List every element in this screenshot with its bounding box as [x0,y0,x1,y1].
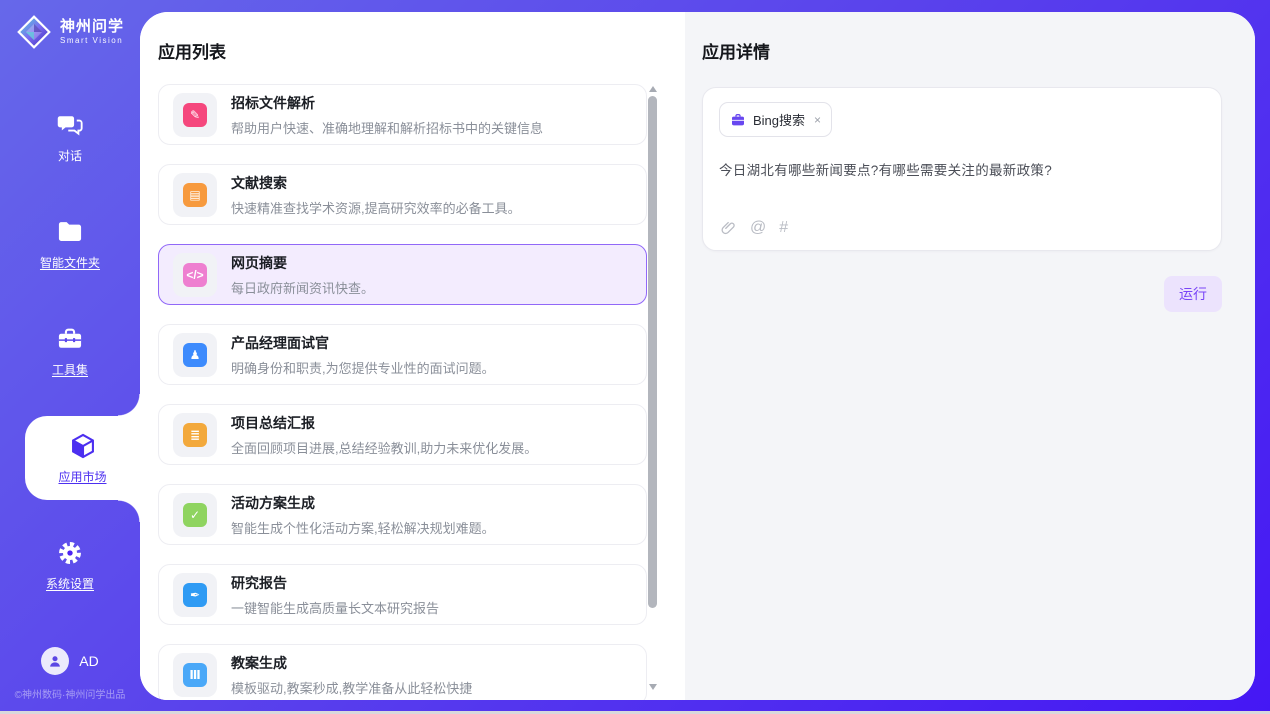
app-glyph-icon: ▤ [183,183,207,207]
app-glyph-icon: ≣ [183,423,207,447]
sidebar-item-label: 对话 [58,147,82,164]
app-icon: </> [173,253,217,297]
app-description: 明确身份和职责,为您提供专业性的面试问题。 [231,358,495,377]
app-description: 智能生成个性化活动方案,轻松解决规划难题。 [231,518,495,537]
sidebar-item-label: 应用市场 [58,468,106,485]
app-card-text: 研究报告一键智能生成高质量长文本研究报告 [231,573,439,617]
sidebar-item-toolbox[interactable]: 工具集 [0,309,140,393]
app-list-title: 应用列表 [140,12,685,63]
app-description: 一键智能生成高质量长文本研究报告 [231,598,439,617]
app-list-pane: 应用列表 ✎ 招标文件解析帮助用户快速、准确地理解和解析招标书中的关键信息 ▤ 文献搜… [140,12,685,700]
sidebar-item-label: 智能文件夹 [40,254,100,271]
app-name: 招标文件解析 [231,93,543,113]
sidebar-nav: 对话智能文件夹工具集应用市场系统设置 [0,95,140,630]
query-input-card[interactable]: Bing搜索 × 今日湖北有哪些新闻要点?有哪些需要关注的最新政策? @ # [702,87,1222,251]
app-icon: Ⅲ [173,653,217,697]
app-card[interactable]: </> 网页摘要每日政府新闻资讯快查。 [158,244,647,305]
toolbox-icon [55,324,85,354]
app-icon: ✓ [173,493,217,537]
briefcase-icon [730,112,746,128]
copyright-footer: ©神州数码·神州问学出品 [0,686,140,701]
app-card[interactable]: ✓ 活动方案生成智能生成个性化活动方案,轻松解决规划难题。 [158,484,647,545]
app-glyph-icon: Ⅲ [183,663,207,687]
app-description: 全面回顾项目进展,总结经验教训,助力未来优化发展。 [231,438,537,457]
app-list: ✎ 招标文件解析帮助用户快速、准确地理解和解析招标书中的关键信息 ▤ 文献搜索快速精准… [158,84,647,700]
app-card[interactable]: ≣ 项目总结汇报全面回顾项目进展,总结经验教训,助力未来优化发展。 [158,404,647,465]
scroll-down-arrow-icon[interactable] [649,684,657,690]
app-card[interactable]: ✒ 研究报告一键智能生成高质量长文本研究报告 [158,564,647,625]
app-name: 研究报告 [231,573,439,593]
app-name: 项目总结汇报 [231,413,537,433]
scroll-up-arrow-icon[interactable] [649,86,657,92]
scrollbar[interactable] [648,84,658,692]
tool-chip-label: Bing搜索 [753,110,805,129]
sidebar: 神州问学 Smart Vision 对话智能文件夹工具集应用市场系统设置 AD … [0,0,140,711]
user-name: AD [79,653,98,669]
sidebar-item-chat[interactable]: 对话 [0,95,140,179]
content-panel: 应用列表 ✎ 招标文件解析帮助用户快速、准确地理解和解析招标书中的关键信息 ▤ 文献搜… [140,12,1255,700]
sidebar-item-cube[interactable]: 应用市场 [25,416,140,500]
app-card-text: 活动方案生成智能生成个性化活动方案,轻松解决规划难题。 [231,493,495,537]
app-card-text: 招标文件解析帮助用户快速、准确地理解和解析招标书中的关键信息 [231,93,543,137]
sidebar-item-folder[interactable]: 智能文件夹 [0,202,140,286]
app-glyph-icon: ♟ [183,343,207,367]
app-card-text: 教案生成模板驱动,教案秒成,教学准备从此轻松快捷 [231,653,472,697]
gear-icon [55,538,85,568]
app-description: 模板驱动,教案秒成,教学准备从此轻松快捷 [231,678,472,697]
sidebar-item-label: 工具集 [52,361,88,378]
app-card[interactable]: ♟ 产品经理面试官明确身份和职责,为您提供专业性的面试问题。 [158,324,647,385]
cube-icon [68,431,98,461]
app-name: 文献搜索 [231,173,521,193]
user-row[interactable]: AD [0,647,140,675]
app-card-text: 网页摘要每日政府新闻资讯快查。 [231,253,374,297]
app-card-text: 文献搜索快速精准查找学术资源,提高研究效率的必备工具。 [231,173,521,217]
app-detail-pane: 应用详情 Bing搜索 × 今日湖北有哪些新闻要点?有哪些需要关注的最新政策? … [685,12,1255,700]
app-glyph-icon: ✓ [183,503,207,527]
app-card-text: 产品经理面试官明确身份和职责,为您提供专业性的面试问题。 [231,333,495,377]
person-icon [46,652,64,670]
folder-icon [55,217,85,247]
app-card-text: 项目总结汇报全面回顾项目进展,总结经验教训,助力未来优化发展。 [231,413,537,457]
paperclip-icon[interactable] [719,219,737,237]
tool-chip-bing-search[interactable]: Bing搜索 × [719,102,832,137]
app-name: 产品经理面试官 [231,333,495,353]
avatar [41,647,69,675]
app-icon: ▤ [173,173,217,217]
app-name: 活动方案生成 [231,493,495,513]
app-name: 网页摘要 [231,253,374,273]
app-card[interactable]: ✎ 招标文件解析帮助用户快速、准确地理解和解析招标书中的关键信息 [158,84,647,145]
logo-title: 神州问学 [60,19,124,36]
sidebar-item-label: 系统设置 [46,575,94,592]
chip-close-icon[interactable]: × [814,113,821,127]
app-card[interactable]: ▤ 文献搜索快速精准查找学术资源,提高研究效率的必备工具。 [158,164,647,225]
app-logo: 神州问学 Smart Vision [0,0,140,50]
logo-gem-icon [16,14,52,50]
scrollbar-thumb[interactable] [648,96,657,608]
app-icon: ✒ [173,573,217,617]
run-button[interactable]: 运行 [1164,276,1222,312]
app-icon: ≣ [173,413,217,457]
app-card[interactable]: Ⅲ 教案生成模板驱动,教案秒成,教学准备从此轻松快捷 [158,644,647,700]
run-row: 运行 [702,276,1222,312]
app-icon: ♟ [173,333,217,377]
hash-icon[interactable]: # [779,220,788,236]
app-name: 教案生成 [231,653,472,673]
app-description: 帮助用户快速、准确地理解和解析招标书中的关键信息 [231,118,543,137]
app-detail-title: 应用详情 [702,38,1222,63]
app-icon: ✎ [173,93,217,137]
app-glyph-icon: ✎ [183,103,207,127]
app-glyph-icon: </> [183,263,207,287]
attachment-toolbar: @ # [719,219,788,237]
mention-icon[interactable]: @ [750,220,766,236]
chat-icon [55,110,85,140]
query-text[interactable]: 今日湖北有哪些新闻要点?有哪些需要关注的最新政策? [719,159,1205,179]
app-description: 每日政府新闻资讯快查。 [231,278,374,297]
app-description: 快速精准查找学术资源,提高研究效率的必备工具。 [231,198,521,217]
logo-subtitle: Smart Vision [60,36,124,45]
sidebar-item-gear[interactable]: 系统设置 [0,523,140,607]
app-glyph-icon: ✒ [183,583,207,607]
